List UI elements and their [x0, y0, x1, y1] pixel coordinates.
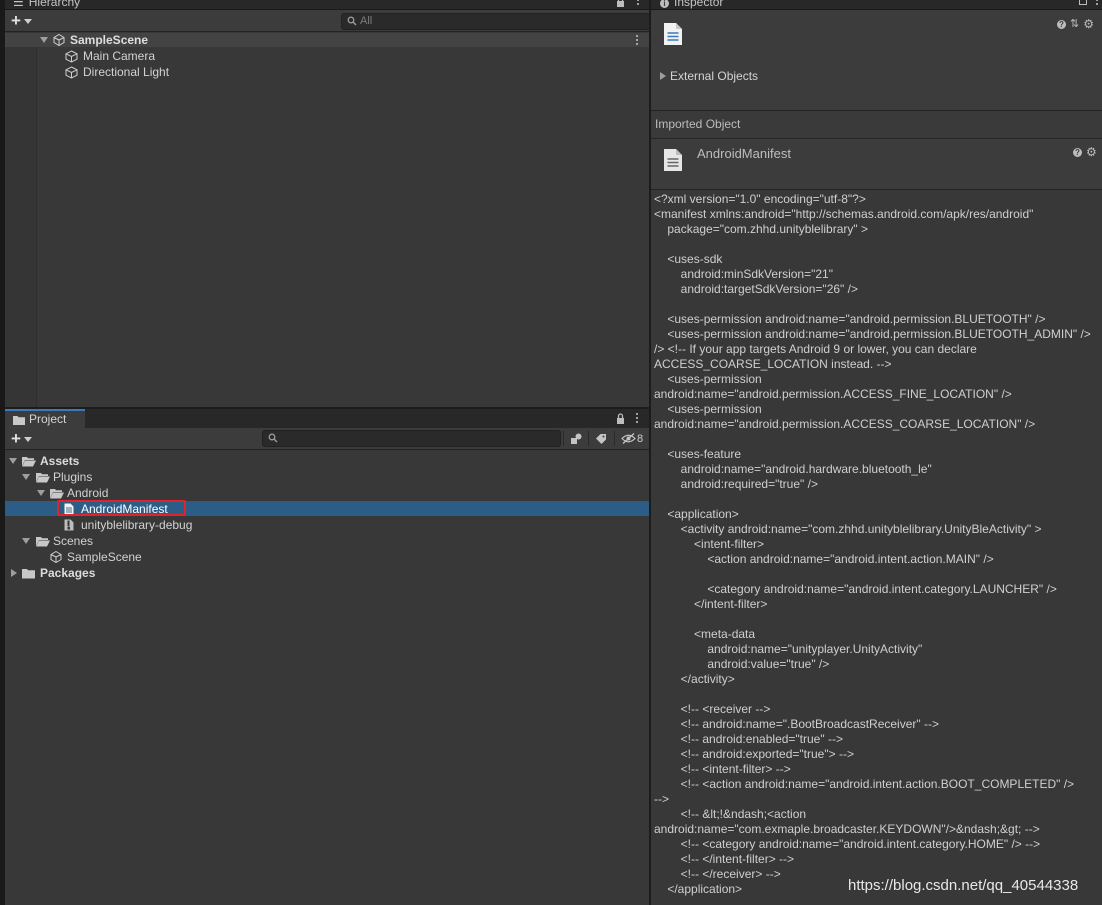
watermark-text: https://blog.csdn.net/qq_40544338	[848, 877, 1079, 894]
folder-icon	[22, 568, 35, 579]
external-objects-label: External Objects	[670, 69, 759, 83]
external-objects-foldout[interactable]: External Objects	[651, 68, 1102, 84]
search-icon	[268, 433, 278, 443]
tree-item-plugins[interactable]: Plugins	[5, 470, 649, 484]
chevron-down-icon	[23, 436, 32, 442]
search-by-type-button[interactable]	[567, 430, 585, 447]
plus-icon: +	[11, 11, 21, 30]
project-toolbar: + 8	[5, 428, 649, 450]
info-icon: i	[660, 0, 669, 8]
inspector-header: ? ⇅ ⚙ External Objects	[651, 10, 1102, 110]
search-placeholder: All	[360, 15, 373, 27]
tree-item-assets[interactable]: Assets	[5, 454, 649, 468]
hierarchy-item-label: Main Camera	[83, 49, 156, 63]
manifest-file-content: <?xml version="1.0" encoding="utf-8"?> <…	[654, 192, 1091, 896]
tree-item-scenes[interactable]: Scenes	[5, 534, 649, 548]
unity-scene-icon	[50, 551, 62, 563]
project-menu-icon[interactable]	[636, 413, 639, 425]
inspector-menu-icon[interactable]	[1096, 0, 1099, 7]
hierarchy-tab[interactable]: ☰ Hierarchy	[13, 0, 80, 9]
expand-arrow-icon[interactable]	[9, 458, 17, 464]
create-button[interactable]: +	[11, 12, 37, 29]
tree-item-label: unityblelibrary-debug	[81, 518, 193, 532]
chevron-down-icon	[23, 18, 32, 24]
project-search-input[interactable]	[262, 430, 561, 447]
annotation-highlight-box	[57, 500, 186, 516]
scene-menu-icon[interactable]	[636, 35, 639, 47]
gameobject-cube-icon	[65, 50, 78, 63]
shapes-icon	[570, 433, 583, 445]
eye-hidden-icon	[621, 433, 636, 444]
plus-icon: +	[11, 429, 21, 448]
hierarchy-search-input[interactable]: All	[341, 13, 650, 30]
text-asset-icon	[663, 22, 683, 46]
maximize-icon[interactable]	[1079, 0, 1087, 5]
expand-arrow-icon[interactable]	[22, 538, 30, 544]
tree-item-label: Android	[67, 486, 109, 500]
tree-item-label: Assets	[40, 454, 80, 468]
toolbar-separator	[588, 431, 589, 446]
tree-item-label: SampleScene	[67, 550, 142, 564]
search-by-label-button[interactable]	[592, 430, 610, 447]
folder-icon	[13, 415, 25, 425]
lock-icon[interactable]	[616, 0, 625, 8]
scene-row[interactable]: SampleScene	[5, 33, 649, 47]
hierarchy-item-label: Directional Light	[83, 65, 170, 79]
text-asset-icon	[663, 148, 683, 172]
toolbar-separator	[614, 431, 615, 446]
hierarchy-item[interactable]: Main Camera	[5, 49, 649, 63]
gameobject-cube-icon	[65, 66, 78, 79]
help-icon[interactable]: ?	[1073, 147, 1082, 157]
tree-item-samplescene[interactable]: SampleScene	[5, 550, 649, 564]
hierarchy-item[interactable]: Directional Light	[5, 65, 649, 79]
folder-open-icon	[36, 536, 50, 547]
hidden-count: 8	[636, 432, 644, 445]
folder-open-icon	[22, 456, 36, 467]
asset-header: AndroidManifest ? ⚙	[651, 139, 1102, 190]
hierarchy-tab-bar: ☰ Hierarchy	[5, 0, 649, 10]
gear-icon[interactable]: ⚙	[1086, 146, 1097, 158]
tree-item-label: Plugins	[53, 470, 93, 484]
unity-scene-icon	[53, 34, 65, 46]
text-asset-preview: <?xml version="1.0" encoding="utf-8"?> <…	[651, 190, 1102, 905]
hidden-packages-toggle[interactable]: 8	[617, 430, 647, 447]
project-tab-label: Project	[29, 412, 67, 426]
expand-arrow-icon[interactable]	[37, 490, 45, 496]
inspector-tab[interactable]: i Inspector	[660, 0, 723, 9]
lock-icon[interactable]	[616, 413, 625, 425]
expand-arrow-icon[interactable]	[22, 474, 30, 480]
imported-object-bar: Imported Object	[651, 111, 1102, 139]
scene-name: SampleScene	[70, 33, 149, 47]
create-button[interactable]: +	[11, 430, 37, 447]
folder-open-icon	[36, 472, 50, 483]
hierarchy-panel	[5, 32, 649, 407]
tree-item-packages[interactable]: Packages	[5, 566, 649, 580]
hierarchy-tab-label: Hierarchy	[28, 0, 81, 9]
list-icon: ☰	[13, 0, 24, 9]
inspector-tab-bar: i Inspector	[651, 0, 1102, 10]
toolbar-separator	[563, 431, 564, 446]
hierarchy-toolbar: + All	[5, 10, 650, 32]
project-tab[interactable]: Project	[5, 409, 85, 428]
gear-icon[interactable]: ⚙	[1083, 18, 1094, 30]
preset-icon[interactable]: ⇅	[1070, 19, 1079, 30]
collapse-arrow-icon[interactable]	[11, 569, 17, 577]
imported-object-label: Imported Object	[655, 117, 741, 131]
tree-item-unityblelibrary[interactable]: unityblelibrary-debug	[5, 518, 649, 532]
hierarchy-gutter	[5, 32, 37, 407]
tree-item-android[interactable]: Android	[5, 486, 649, 500]
archive-file-icon	[64, 519, 74, 531]
tag-icon	[595, 433, 607, 445]
tree-item-label: Scenes	[53, 534, 94, 548]
help-icon[interactable]: ?	[1057, 19, 1066, 29]
search-icon	[347, 16, 357, 26]
inspector-tab-label: Inspector	[674, 0, 724, 9]
expand-arrow-icon[interactable]	[40, 37, 48, 43]
project-tab-bar: Project	[5, 409, 649, 428]
collapse-arrow-icon	[660, 72, 666, 80]
tree-item-label: Packages	[40, 566, 96, 580]
asset-name: AndroidManifest	[697, 146, 791, 161]
folder-open-icon	[50, 488, 64, 499]
hierarchy-menu-icon[interactable]	[637, 0, 640, 7]
